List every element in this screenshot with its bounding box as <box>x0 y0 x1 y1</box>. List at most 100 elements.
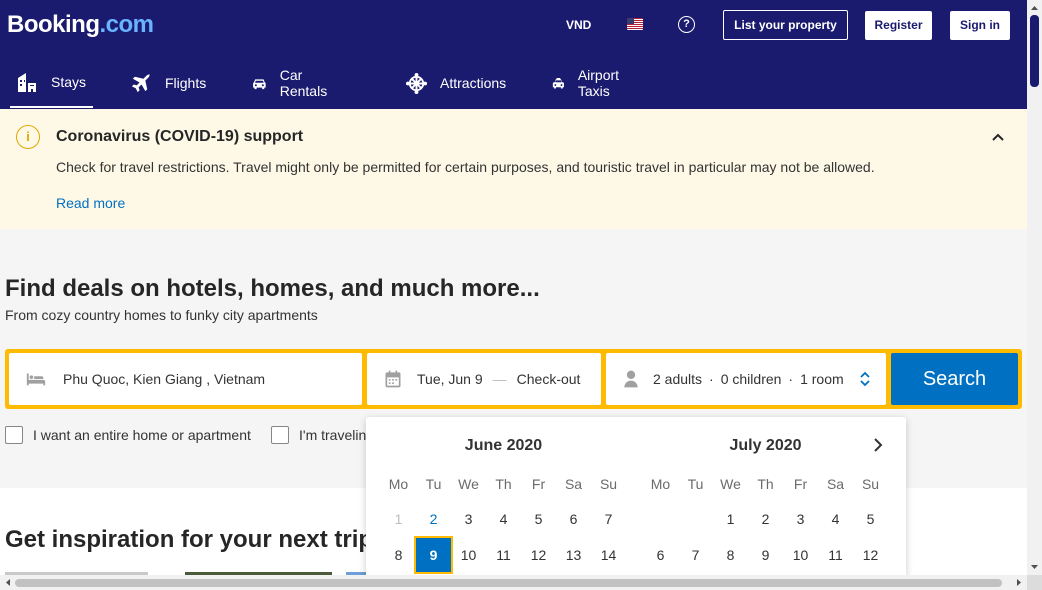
vertical-scrollbar[interactable] <box>1027 0 1042 575</box>
scroll-left-icon[interactable] <box>2 575 14 590</box>
tab-car-rentals-label: Car Rentals <box>279 67 328 99</box>
weekday-label: Mo <box>388 476 409 492</box>
calendar-day[interactable]: 11 <box>486 538 521 572</box>
month-title: July 2020 <box>729 437 802 454</box>
search-button[interactable]: Search <box>891 353 1018 405</box>
ferris-wheel-icon <box>405 72 428 94</box>
calendar-day[interactable]: 11 <box>818 538 853 572</box>
destination-field[interactable]: Phu Quoc, Kien Giang , Vietnam <box>9 353 362 405</box>
adults-value: 2 adults <box>653 371 703 387</box>
calendar-day[interactable]: 10 <box>451 538 486 572</box>
checkbox-box[interactable] <box>5 426 23 444</box>
calendar-day[interactable]: 6 <box>556 502 591 536</box>
tab-attractions-label: Attractions <box>440 75 507 91</box>
vertical-scroll-thumb[interactable] <box>1030 15 1039 87</box>
scroll-down-icon[interactable] <box>1027 561 1042 573</box>
calendar-day[interactable]: 7 <box>678 538 713 572</box>
car-icon <box>253 78 266 89</box>
info-icon: i <box>16 125 40 149</box>
date-picker: June 2020 Mo Tu We Th Fr Sa Su 1 2 3 4 5… <box>366 417 906 575</box>
bed-icon <box>26 373 46 386</box>
weekday-label: Th <box>757 476 774 492</box>
hero-title: Find deals on hotels, homes, and much mo… <box>5 275 540 302</box>
calendar-day[interactable]: 5 <box>853 502 888 536</box>
calendar-day[interactable]: 1 <box>713 502 748 536</box>
inspiration-title: Get inspiration for your next trip <box>5 526 374 553</box>
calendar-day[interactable]: 5 <box>521 502 556 536</box>
tab-car-rentals[interactable]: Car Rentals <box>251 57 333 109</box>
destination-value: Phu Quoc, Kien Giang , Vietnam <box>63 371 266 387</box>
checkbox-box[interactable] <box>271 426 289 444</box>
register-button[interactable]: Register <box>865 11 932 40</box>
calendar-day[interactable]: 6 <box>643 538 678 572</box>
weekday-label: Tu <box>687 476 704 492</box>
person-icon <box>624 370 638 388</box>
bed-building-icon <box>18 72 36 92</box>
calendar-day[interactable]: 14 <box>591 538 626 572</box>
tab-stays[interactable]: Stays <box>10 57 93 108</box>
month-title: June 2020 <box>464 437 543 454</box>
checkout-value[interactable]: Check-out <box>517 371 581 387</box>
scroll-right-icon[interactable] <box>1013 575 1025 590</box>
tab-airport-taxis-label: Airport Taxis <box>577 67 620 99</box>
date-separator: — <box>492 371 507 387</box>
weekday-label: Su <box>861 476 880 492</box>
guest-separator: · <box>788 371 794 387</box>
weekday-label: We <box>720 476 741 492</box>
calendar-day[interactable]: 4 <box>818 502 853 536</box>
guests-field[interactable]: 2 adults · 0 children · 1 room <box>606 353 886 405</box>
tab-attractions[interactable]: Attractions <box>405 57 506 109</box>
work-travel-checkbox[interactable]: I'm travelin <box>271 426 366 444</box>
weekday-label: Th <box>495 476 512 492</box>
weekday-label: Fr <box>793 476 808 492</box>
top-bar: Booking.com VND ? List your property Reg… <box>0 0 1027 109</box>
calendar-day[interactable]: 7 <box>591 502 626 536</box>
search-bar: Phu Quoc, Kien Giang , Vietnam Tue, Jun … <box>5 349 1022 409</box>
calendar-day-today[interactable]: 2 <box>416 502 451 536</box>
chevron-up-icon[interactable] <box>991 130 1005 144</box>
rooms-value: 1 room <box>800 371 844 387</box>
covid-title: Coronavirus (COVID-19) support <box>56 128 304 145</box>
calendar-day[interactable]: 13 <box>556 538 591 572</box>
plane-icon <box>131 73 151 92</box>
list-property-button[interactable]: List your property <box>723 10 848 40</box>
entire-home-checkbox[interactable]: I want an entire home or apartment <box>5 426 251 444</box>
weekday-label: Sa <box>826 476 845 492</box>
scroll-up-icon[interactable] <box>1027 2 1042 14</box>
calendar-day[interactable]: 12 <box>521 538 556 572</box>
horizontal-scrollbar[interactable] <box>0 575 1027 590</box>
currency-selector[interactable]: VND <box>566 18 591 32</box>
weekday-label: We <box>458 476 479 492</box>
us-flag-icon[interactable] <box>627 18 643 30</box>
calendar-day[interactable]: 12 <box>853 538 888 572</box>
calendar-day[interactable]: 3 <box>783 502 818 536</box>
calendar-day: 1 <box>394 511 403 527</box>
calendar-day-selected[interactable]: 9 <box>414 536 453 574</box>
tab-stays-label: Stays <box>51 73 87 90</box>
horizontal-scroll-thumb[interactable] <box>15 579 1002 587</box>
calendar-day[interactable]: 8 <box>713 538 748 572</box>
calendar-day[interactable]: 2 <box>748 502 783 536</box>
tab-flights[interactable]: Flights <box>130 57 206 109</box>
guest-separator: · <box>709 371 714 387</box>
read-more-link[interactable]: Read more <box>56 195 125 211</box>
scrollbar-corner <box>1027 575 1042 590</box>
work-travel-label: I'm travelin <box>299 427 367 443</box>
calendar-day[interactable]: 8 <box>381 538 416 572</box>
calendar-day[interactable]: 10 <box>783 538 818 572</box>
next-month-chevron-icon[interactable] <box>870 437 886 453</box>
tab-airport-taxis[interactable]: Airport Taxis <box>551 57 627 109</box>
taxi-icon <box>552 77 564 88</box>
entire-home-label: I want an entire home or apartment <box>33 427 251 443</box>
calendar-day[interactable]: 4 <box>486 502 521 536</box>
sign-in-button[interactable]: Sign in <box>950 11 1010 40</box>
help-icon[interactable]: ? <box>678 16 695 33</box>
booking-logo[interactable]: Booking.com <box>7 11 154 39</box>
checkin-value[interactable]: Tue, Jun 9 <box>417 371 483 387</box>
calendar-icon <box>385 370 401 388</box>
calendar-day[interactable]: 3 <box>451 502 486 536</box>
dates-field[interactable]: Tue, Jun 9 — Check-out <box>367 353 601 405</box>
weekday-label: Fr <box>531 476 546 492</box>
calendar-day[interactable]: 9 <box>748 538 783 572</box>
covid-text: Check for travel restrictions. Travel mi… <box>56 159 875 175</box>
